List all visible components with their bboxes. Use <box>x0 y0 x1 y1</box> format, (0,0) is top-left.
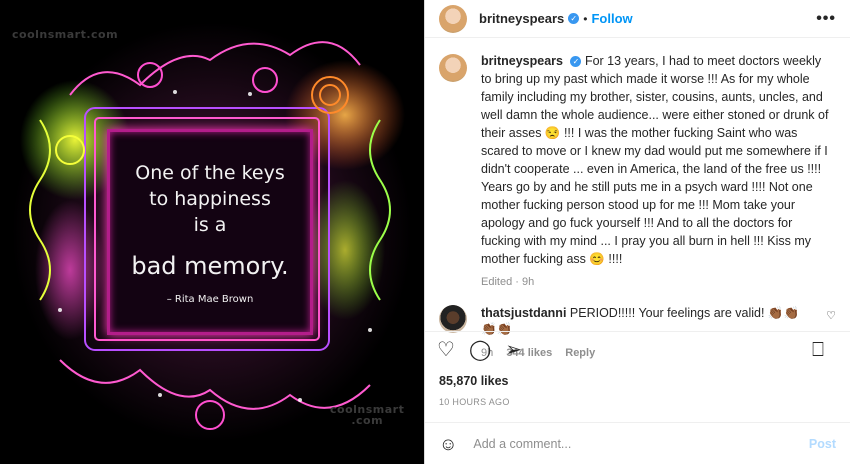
comment-icon[interactable]: ◯ <box>469 340 491 360</box>
verified-icon: ✓ <box>568 13 580 24</box>
caption-meta: Edited · 9h <box>481 276 535 288</box>
share-icon[interactable]: ➢ <box>505 340 522 360</box>
quote-line-3: is a <box>193 214 227 236</box>
caption-avatar[interactable] <box>439 54 467 82</box>
post-panel: britneyspears ✓ • Follow ••• britneyspea… <box>424 0 850 464</box>
post-image: coolnsmart.com coolnsmart .com One of th… <box>0 0 424 464</box>
add-comment-bar: ☺ Post <box>425 422 850 465</box>
quote-box: One of the keys to happiness is a bad me… <box>107 129 313 335</box>
comment-input[interactable] <box>471 436 796 452</box>
avatar[interactable] <box>439 4 467 33</box>
comment-like-icon[interactable]: ♡ <box>826 309 836 322</box>
caption: britneyspears ✓ For 13 years, I had to m… <box>425 38 850 291</box>
comment-avatar[interactable] <box>439 305 467 333</box>
follow-button[interactable]: Follow <box>591 11 632 26</box>
header-separator: • <box>583 11 588 26</box>
action-bar: ♡ ◯ ➢ ⎕ <box>425 331 850 368</box>
quote-line-1: One of the keys <box>135 162 285 184</box>
more-options-icon[interactable]: ••• <box>816 10 836 28</box>
post-header: britneyspears ✓ • Follow ••• <box>425 0 850 38</box>
quote-line-4: bad memory. <box>131 252 289 280</box>
bookmark-icon[interactable]: ⎕ <box>812 340 824 360</box>
header-username[interactable]: britneyspears <box>479 11 564 26</box>
comment-username[interactable]: thatsjustdanni <box>481 306 566 320</box>
caption-text: For 13 years, I had to meet doctors week… <box>481 54 829 266</box>
watermark-bottom-line2: .com <box>351 414 384 427</box>
caption-verified-icon: ✓ <box>570 56 582 67</box>
quote-line-2: to happiness <box>149 188 271 210</box>
caption-username[interactable]: britneyspears <box>481 54 563 68</box>
caption-body: britneyspears ✓ For 13 years, I had to m… <box>481 52 831 291</box>
post-timestamp[interactable]: 10 HOURS AGO <box>439 397 510 407</box>
watermark-top: coolnsmart.com <box>12 28 119 41</box>
watermark-bottom: coolnsmart .com <box>330 404 404 426</box>
likes-count[interactable]: 85,870 likes <box>439 374 509 388</box>
post-button[interactable]: Post <box>809 437 836 451</box>
emoji-icon[interactable]: ☺ <box>439 434 457 455</box>
quote-author: – Rita Mae Brown <box>166 294 254 305</box>
quote-lines: One of the keys to happiness is a <box>110 160 310 238</box>
like-icon[interactable]: ♡ <box>437 340 455 360</box>
